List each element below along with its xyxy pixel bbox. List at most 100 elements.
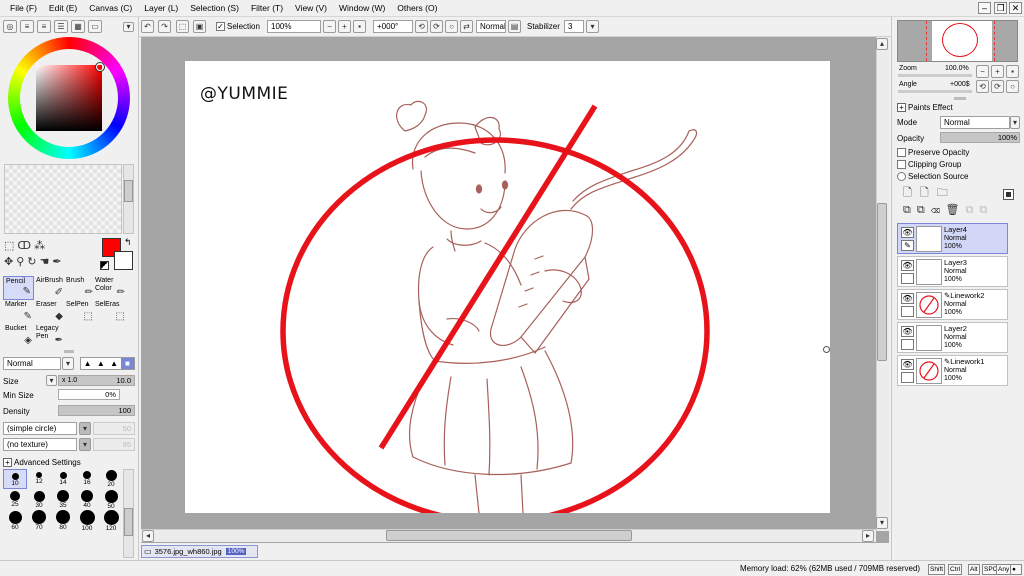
brush-size-preset[interactable]: 25	[3, 490, 27, 510]
layer-mode-dropdown-icon[interactable]: ▾	[1010, 116, 1020, 129]
nav-angle-slider[interactable]	[898, 90, 972, 93]
brush-size-preset[interactable]: 12	[27, 469, 51, 489]
layer-lock-box[interactable]	[901, 372, 914, 383]
zoom-reset-button[interactable]: ▪	[353, 20, 366, 33]
brush-size-scroll-thumb[interactable]	[124, 508, 133, 536]
menu-others[interactable]: Others (O)	[397, 3, 437, 13]
menu-canvas[interactable]: Canvas (C)	[89, 3, 132, 13]
zoom-icon[interactable]: ⚲	[16, 256, 27, 268]
tool-watercolor[interactable]: Water Color ✏	[93, 276, 127, 300]
navigator-preview[interactable]	[897, 20, 1018, 62]
rotate-left-button[interactable]: ⟲	[415, 20, 428, 33]
layer-up-icon[interactable]: ⧉	[966, 204, 980, 216]
brush-size-preset[interactable]: 20	[99, 469, 123, 489]
tool-seleras[interactable]: SelEras ⬚	[93, 300, 127, 324]
modifier-key-any[interactable]: Any	[996, 564, 1012, 575]
menu-file[interactable]: File (F)	[10, 3, 37, 13]
layer-item[interactable]: 👁 ✎Linework2 Normal 100%	[897, 289, 1008, 320]
restore-button[interactable]: ❐	[994, 2, 1007, 14]
brush-size-preset[interactable]: 70	[27, 510, 51, 531]
saturation-value-square[interactable]	[36, 65, 102, 131]
preserve-opacity-checkbox[interactable]	[897, 148, 906, 157]
rotate-reset-button[interactable]: ○	[445, 20, 458, 33]
eyedropper-icon[interactable]: ✒	[52, 256, 64, 268]
delete-layer-icon[interactable]: 🗑	[946, 204, 966, 216]
scroll-down-icon[interactable]: ▾	[876, 517, 888, 529]
paints-effect-label[interactable]: Paints Effect	[908, 103, 953, 113]
nav-zoom-slider[interactable]	[898, 74, 972, 77]
brush-blend-select[interactable]: Normal	[3, 357, 61, 370]
brush-size-preset[interactable]: 120	[99, 509, 123, 532]
brush-size-preset[interactable]: 16	[75, 469, 99, 489]
brush-texture-dropdown-icon[interactable]: ▾	[79, 438, 91, 451]
brush-texture-select[interactable]: (no texture)	[3, 438, 77, 451]
vertical-scroll-thumb[interactable]	[877, 203, 887, 361]
layer-lock-box[interactable]	[901, 339, 914, 350]
scroll-right-icon[interactable]: ▸	[862, 530, 874, 542]
canvas-handle[interactable]	[823, 346, 830, 353]
layer-visibility-icon[interactable]: 👁	[901, 326, 914, 337]
advanced-settings-toggle-icon[interactable]: +	[3, 458, 12, 467]
clear-layer-icon[interactable]: ⌫	[931, 204, 946, 216]
new-linework-icon[interactable]: 🗋	[920, 187, 937, 199]
layer-down-icon[interactable]: ⧉	[979, 204, 993, 216]
nav-zoom-out-button[interactable]: −	[976, 65, 989, 78]
modifier-key-alt[interactable]: Alt	[968, 564, 980, 575]
menu-window[interactable]: Window (W)	[339, 3, 385, 13]
menu-selection[interactable]: Selection (S)	[190, 3, 239, 13]
size-slider[interactable]: x 1.0 10.0	[58, 375, 135, 386]
brush-texture-strength[interactable]: 95	[93, 438, 135, 451]
edge-soft-icon[interactable]: ▲	[81, 358, 94, 369]
advanced-settings-label[interactable]: Advanced Settings	[14, 458, 81, 468]
minimize-button[interactable]: –	[978, 2, 991, 14]
nav-rotate-right-button[interactable]: ⟳	[991, 80, 1004, 93]
menu-layer[interactable]: Layer (L)	[144, 3, 178, 13]
edge-hardest-icon[interactable]: ■	[120, 358, 134, 369]
transfer-down-icon[interactable]: ⧉	[903, 204, 917, 216]
brush-edge-selector[interactable]: ▲ ▲ ▲ ■	[80, 357, 135, 370]
density-slider[interactable]: 100	[58, 405, 135, 416]
tool-grid-resize-handle[interactable]	[64, 350, 74, 353]
brush-size-preset[interactable]: 14	[51, 469, 75, 489]
rotate-right-button[interactable]: ⟳	[430, 20, 443, 33]
selection-source-checkbox[interactable]	[897, 172, 906, 181]
nav-zoom-in-button[interactable]: +	[991, 65, 1004, 78]
brush-size-preset[interactable]: 40	[75, 490, 99, 510]
brush-shape-select[interactable]: (simple circle)	[3, 422, 77, 435]
deselect-button[interactable]: ⬚	[176, 20, 189, 33]
reset-colors-icon[interactable]	[100, 261, 109, 270]
color-scratchpad[interactable]	[4, 164, 122, 234]
hsv-slider-tab-icon[interactable]: ≡	[37, 20, 51, 33]
selection-checkbox[interactable]: ✓	[216, 22, 225, 31]
tool-marker[interactable]: Marker ✎	[3, 300, 34, 324]
navigator-resize-handle[interactable]	[954, 97, 966, 100]
scratchpad-tab-icon[interactable]: ▭	[88, 20, 102, 33]
brush-size-preset[interactable]: 60	[3, 510, 27, 531]
brush-shape-strength[interactable]: 50	[93, 422, 135, 435]
modifier-key-shift[interactable]: Shift	[928, 564, 946, 575]
tool-brush[interactable]: Brush ✏	[64, 276, 95, 300]
layer-item[interactable]: 👁 ✎ Layer4 Normal 100%	[897, 223, 1008, 254]
menu-filter[interactable]: Filter (T)	[251, 3, 283, 13]
undo-button[interactable]: ↶	[141, 20, 154, 33]
new-layer-icon[interactable]: 🗋	[903, 187, 920, 199]
paints-effect-toggle-icon[interactable]: +	[897, 103, 906, 112]
swatch-tab-icon[interactable]: ▦	[71, 20, 85, 33]
rotate-view-icon[interactable]: ↻	[27, 256, 39, 268]
scroll-left-icon[interactable]: ◂	[142, 530, 154, 542]
nav-rotate-reset-button[interactable]: ○	[1006, 80, 1019, 93]
brush-size-preset[interactable]: 100	[75, 509, 99, 532]
layer-visibility-icon[interactable]: 👁	[901, 293, 914, 304]
brush-blend-dropdown-icon[interactable]: ▾	[62, 357, 74, 370]
layer-lock-box[interactable]	[901, 306, 914, 317]
flip-button[interactable]: ⇄	[460, 20, 473, 33]
brush-shape-dropdown-icon[interactable]: ▾	[79, 422, 91, 435]
layer-panel-toggle-icon[interactable]	[1003, 189, 1014, 200]
menu-edit[interactable]: Edit (E)	[49, 3, 77, 13]
layer-visibility-icon[interactable]: 👁	[901, 359, 914, 370]
blend-mode-select[interactable]: Normal	[476, 20, 506, 33]
clipping-group-checkbox[interactable]	[897, 160, 906, 169]
zoom-in-button[interactable]: +	[338, 20, 351, 33]
rotate-select[interactable]: +000°	[373, 20, 413, 33]
layer-opacity-slider[interactable]: 100%	[940, 132, 1020, 143]
